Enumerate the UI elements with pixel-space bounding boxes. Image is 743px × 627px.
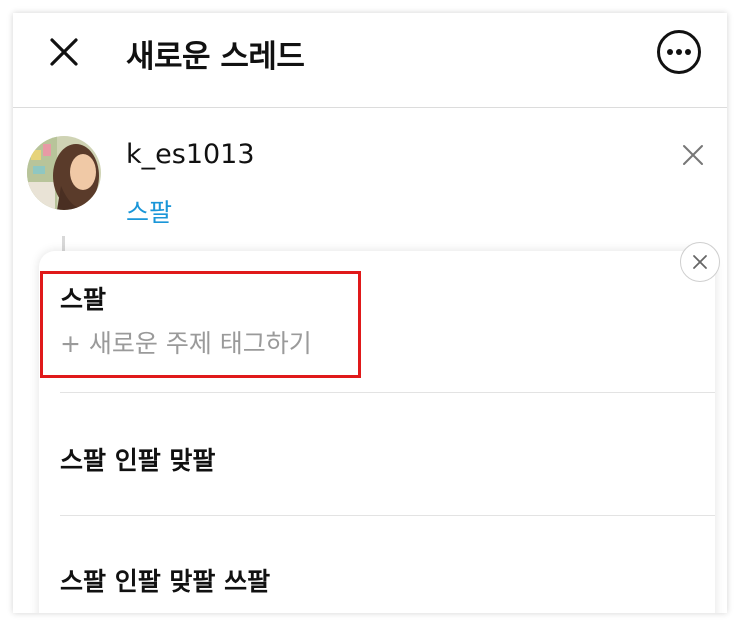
dismiss-suggestions-button[interactable] (680, 242, 720, 282)
suggestion-item[interactable]: 스팔 인팔 맞팔 (60, 441, 215, 477)
topic-tag[interactable]: 스팔 (126, 193, 172, 229)
close-icon[interactable] (47, 35, 81, 69)
app-header: 새로운 스레드 (13, 13, 727, 108)
suggestion-item[interactable]: 스팔 인팔 맞팔 쓰팔 (60, 562, 270, 598)
username: k_es1013 (126, 139, 255, 170)
suggestion-item-new-topic[interactable]: 스팔 + 새로운 주제 태그하기 (60, 283, 312, 361)
close-icon[interactable] (681, 143, 705, 167)
page-title: 새로운 스레드 (126, 39, 305, 75)
close-icon (693, 255, 707, 269)
suggestion-title: 스팔 (60, 285, 107, 314)
more-options-icon[interactable] (656, 29, 702, 75)
divider (60, 392, 715, 393)
profile-photo (27, 136, 101, 210)
new-topic-tag-label: + 새로운 주제 태그하기 (60, 329, 312, 358)
new-thread-screen: 새로운 스레드 k_es1013 스팔 스팔 + 새로운 주제 태그하기 스팔 … (13, 13, 727, 613)
avatar[interactable] (27, 136, 101, 210)
divider (60, 515, 715, 516)
